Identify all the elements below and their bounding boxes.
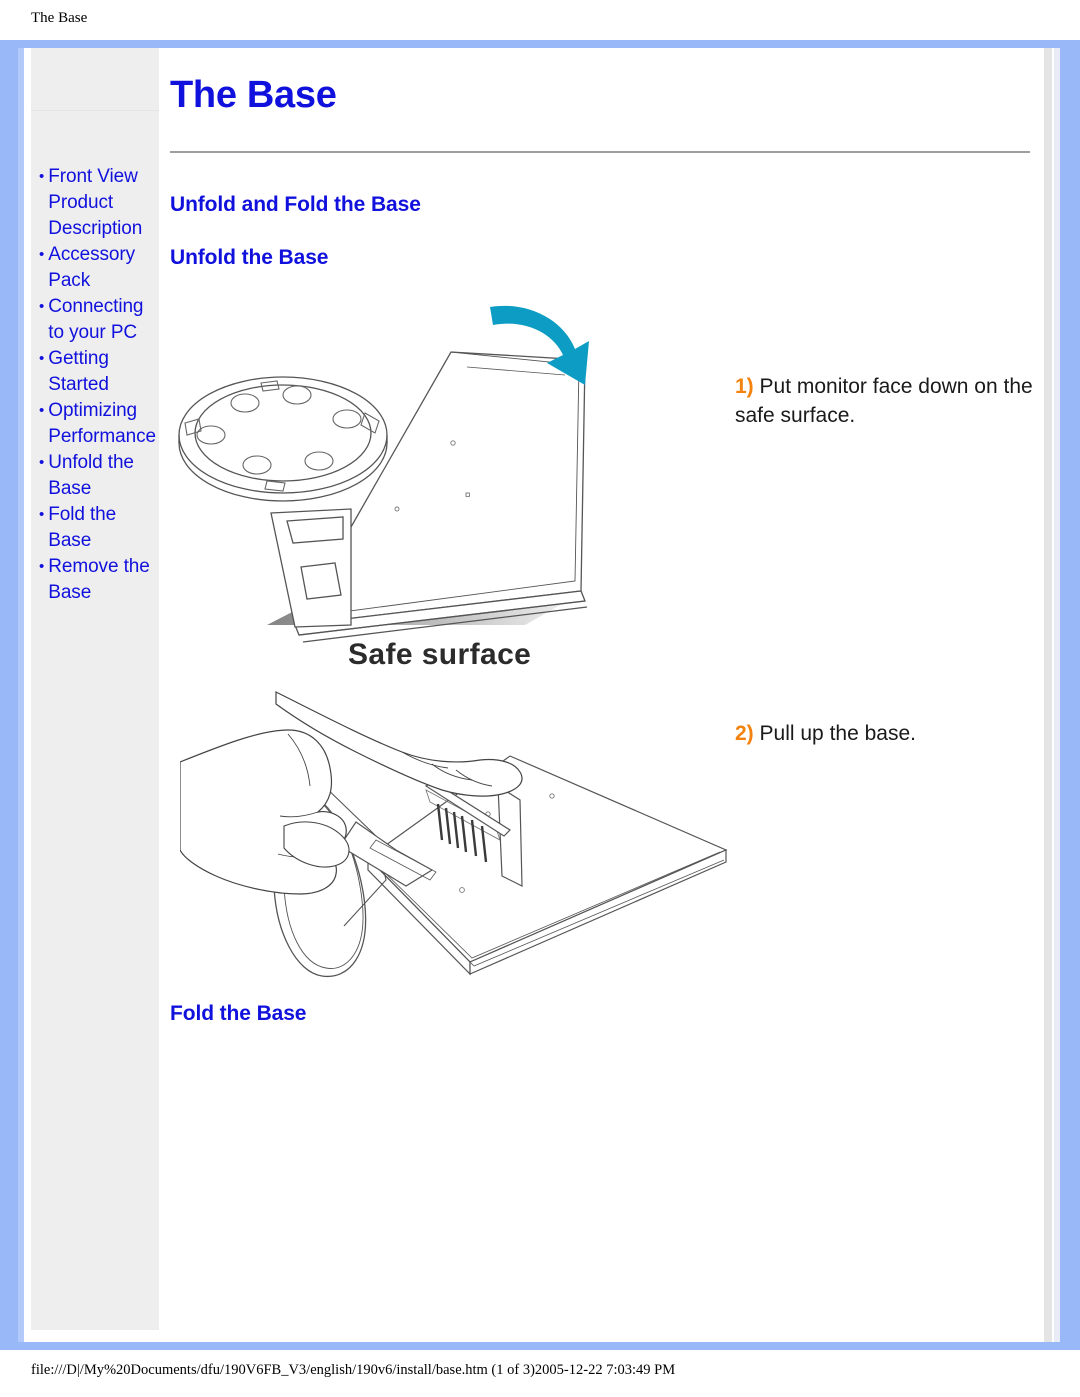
sidebar-item-remove-the-base[interactable]: • Remove the Base (31, 554, 159, 606)
browser-print-footer: file:///D|/My%20Documents/dfu/190V6FB_V3… (0, 1358, 1080, 1382)
print-footer-path: file:///D|/My%20Documents/dfu/190V6FB_V3… (31, 1361, 676, 1378)
step-1-text: 1) Put monitor face down on the safe sur… (735, 372, 1035, 430)
sidebar-item-label[interactable]: Accessory Pack (48, 242, 157, 294)
sidebar-item-optimizing-performance[interactable]: • Optimizing Performance (31, 398, 159, 450)
sidebar-item-getting-started[interactable]: • Getting Started (31, 346, 159, 398)
sidebar-item-label[interactable]: Fold the Base (48, 502, 157, 554)
main-content: The Base Unfold and Fold the Base Unfold… (170, 48, 1032, 270)
left-hand (180, 729, 347, 895)
sidebar-nav-list: • Front View Product Description • Acces… (31, 164, 159, 606)
monitor-face-down-drawing (178, 305, 589, 643)
sidebar-item-label[interactable]: Getting Started (48, 346, 157, 398)
step-2-number: 2) (735, 722, 754, 745)
section-heading-fold: Fold the Base (170, 1002, 307, 1025)
step-2-body: Pull up the base. (753, 722, 916, 745)
bullet-icon: • (39, 558, 45, 575)
section-heading-unfold: Unfold the Base (170, 246, 329, 269)
bullet-icon: • (39, 168, 45, 185)
step-1-body: Put monitor face down on the safe surfac… (735, 375, 1033, 427)
sidebar-item-accessory-pack[interactable]: • Accessory Pack (31, 242, 159, 294)
sidebar-item-fold-the-base[interactable]: • Fold the Base (31, 502, 159, 554)
bullet-icon: • (39, 402, 45, 419)
figure-caption-safe-surface: Safe surface (348, 638, 532, 671)
step-2-text: 2) Pull up the base. (735, 719, 1035, 748)
figure-unfold-step2-illustration (180, 690, 740, 990)
print-header-title: The Base (31, 9, 88, 26)
sidebar-item-label[interactable]: Connecting to your PC (48, 294, 157, 346)
sidebar-item-front-view[interactable]: • Front View Product Description (31, 164, 159, 242)
section-heading-unfold-and-fold: Unfold and Fold the Base (170, 193, 421, 216)
scrollbar-track[interactable] (1044, 48, 1052, 1342)
bullet-icon: • (39, 246, 45, 263)
sidebar-item-label[interactable]: Unfold the Base (48, 450, 157, 502)
bullet-icon: • (39, 506, 45, 523)
sidebar-divider (31, 110, 159, 111)
bullet-icon: • (39, 350, 45, 367)
stand-neck (270, 508, 352, 628)
sidebar-item-unfold-the-base[interactable]: • Unfold the Base (31, 450, 159, 502)
sidebar: • Front View Product Description • Acces… (31, 48, 159, 1330)
sidebar-item-label[interactable]: Front View Product Description (48, 164, 157, 242)
browser-print-header: The Base (0, 0, 1080, 36)
hands-pull-base-drawing (180, 691, 728, 978)
sidebar-item-connecting-to-your-pc[interactable]: • Connecting to your PC (31, 294, 159, 346)
step-1-number: 1) (735, 375, 754, 398)
sidebar-item-label[interactable]: Optimizing Performance (48, 398, 157, 450)
left-frame-rail (18, 48, 24, 1342)
bullet-icon: • (39, 298, 45, 315)
scrollbar-edge[interactable] (1054, 48, 1060, 1342)
figure-unfold-step1-illustration (175, 295, 605, 655)
bullet-icon: • (39, 454, 45, 471)
sidebar-item-label[interactable]: Remove the Base (48, 554, 157, 606)
page-title: The Base (170, 74, 337, 116)
